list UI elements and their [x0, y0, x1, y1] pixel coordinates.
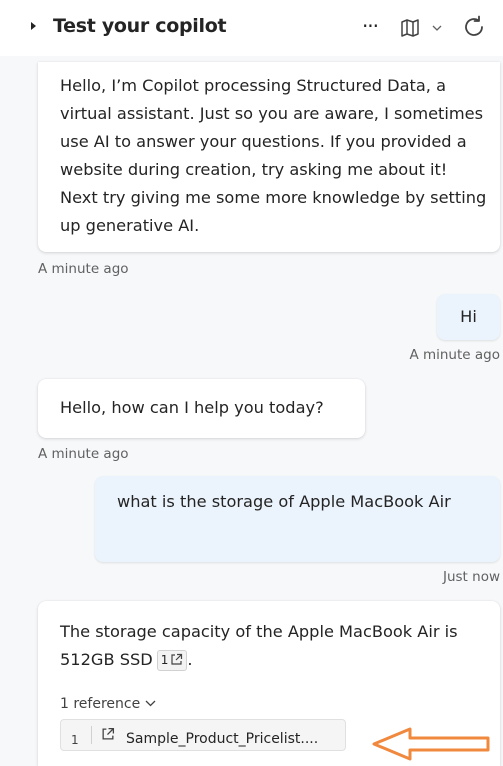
message-text: Hello, I’m Copilot processing Structured… — [60, 76, 487, 235]
message-text: Hello, how can I help you today? — [60, 398, 324, 417]
refresh-icon[interactable] — [462, 15, 486, 39]
map-icon[interactable] — [400, 19, 420, 37]
message-text: Hi — [460, 307, 477, 326]
reference-item[interactable]: 1 Sample_Product_Pricelist.... — [60, 719, 346, 751]
message-timestamp: A minute ago — [409, 347, 500, 363]
external-link-icon — [102, 727, 115, 740]
reference-label: Sample_Product_Pricelist.... — [126, 731, 319, 747]
user-message-hi: Hi — [437, 294, 500, 340]
chevron-down-icon[interactable] — [432, 25, 442, 32]
caret-right-icon[interactable] — [31, 22, 36, 30]
reference-number: 1 — [71, 733, 79, 747]
references-label: 1 reference — [60, 696, 141, 712]
panel-title: Test your copilot — [53, 15, 227, 37]
references-toggle[interactable]: 1 reference — [60, 690, 156, 718]
citation-number: 1 — [160, 653, 169, 667]
message-timestamp: A minute ago — [38, 446, 129, 462]
message-text-wrapper: The storage capacity of the Apple MacBoo… — [60, 618, 490, 674]
bot-message-welcome: Hello, I’m Copilot processing Structured… — [38, 62, 500, 252]
bot-message-greeting: Hello, how can I help you today? — [38, 379, 365, 438]
chevron-down-icon — [145, 700, 156, 707]
reference-divider — [91, 726, 92, 744]
message-text: The storage capacity of the Apple MacBoo… — [60, 622, 458, 669]
message-timestamp: A minute ago — [38, 261, 129, 277]
chat-header: Test your copilot ··· — [0, 0, 503, 56]
citation-chip[interactable]: 1 — [156, 650, 188, 671]
message-timestamp: Just now — [442, 569, 500, 585]
user-message-question: what is the storage of Apple MacBook Air — [95, 476, 500, 562]
message-trailing: . — [187, 650, 193, 669]
annotation-arrow — [372, 727, 490, 761]
more-options-button[interactable]: ··· — [357, 12, 383, 40]
message-text: what is the storage of Apple MacBook Air — [117, 492, 451, 511]
external-link-icon — [171, 653, 183, 665]
